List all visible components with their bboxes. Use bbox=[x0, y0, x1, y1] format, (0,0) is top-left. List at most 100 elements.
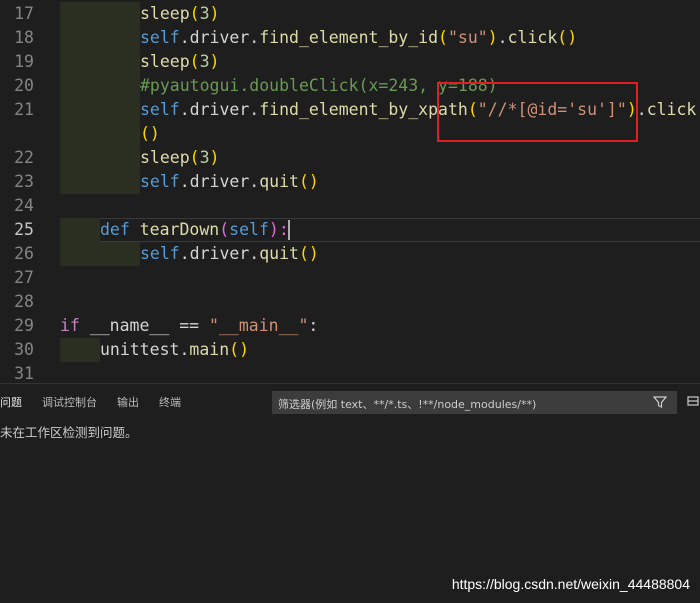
code-line[interactable]: 19 sleep(3) bbox=[0, 50, 700, 74]
code-token: () bbox=[298, 244, 319, 263]
code-token: 3 bbox=[199, 52, 210, 71]
indent-guide bbox=[100, 98, 140, 122]
code-token: sleep bbox=[140, 4, 190, 23]
line-number: 28 bbox=[14, 292, 34, 311]
bottom-panel: 问题 调试控制台 输出 终端 筛选器(例如 text、**/*.ts、!**/n… bbox=[0, 383, 700, 603]
code-line[interactable]: 25 def tearDown(self): bbox=[0, 218, 700, 242]
line-number: 26 bbox=[14, 244, 34, 263]
code-line[interactable]: 22 sleep(3) bbox=[0, 146, 700, 170]
line-code: unittest.main() bbox=[100, 338, 249, 362]
indent-guide bbox=[100, 50, 140, 74]
code-line[interactable]: 27 bbox=[0, 266, 700, 290]
code-token: .driver. bbox=[179, 172, 260, 191]
code-token: self bbox=[229, 220, 269, 239]
code-token: main bbox=[189, 340, 230, 359]
code-token: .driver. bbox=[179, 244, 260, 263]
code-token: quit bbox=[259, 172, 299, 191]
code-token: () bbox=[298, 172, 319, 191]
line-number: 17 bbox=[14, 4, 34, 23]
code-token: ) bbox=[209, 148, 220, 167]
code-token: ): bbox=[268, 220, 289, 239]
line-code: self.driver.quit() bbox=[140, 170, 319, 194]
code-line[interactable]: 17 sleep(3) bbox=[0, 2, 700, 26]
filter-input[interactable]: 筛选器(例如 text、**/*.ts、!**/node_modules/**) bbox=[272, 391, 677, 414]
indent-guide bbox=[100, 242, 140, 266]
code-token: self bbox=[140, 172, 180, 191]
watermark-url: https://blog.csdn.net/weixin_44488804 bbox=[451, 576, 690, 592]
line-code: sleep(3) bbox=[140, 2, 219, 26]
indent-guide bbox=[60, 338, 100, 362]
code-token: find_element_by_id bbox=[259, 28, 439, 47]
code-token: ) bbox=[209, 4, 220, 23]
indent-guide bbox=[60, 242, 100, 266]
code-token: .driver. bbox=[179, 28, 260, 47]
indent-guide bbox=[100, 2, 140, 26]
filter-funnel-icon[interactable] bbox=[653, 395, 667, 409]
indent-guide bbox=[60, 2, 100, 26]
line-number: 27 bbox=[14, 268, 34, 287]
line-number: 30 bbox=[14, 340, 34, 359]
code-line[interactable]: 24 bbox=[0, 194, 700, 218]
code-token: .driver. bbox=[179, 100, 260, 119]
code-token: 3 bbox=[199, 148, 210, 167]
code-token: () bbox=[229, 340, 250, 359]
line-number: 21 bbox=[14, 100, 34, 119]
code-token: "__main__" bbox=[209, 316, 309, 335]
line-code: sleep(3) bbox=[140, 146, 219, 170]
code-token: click bbox=[646, 100, 697, 119]
problems-message: 未在工作区检测到问题。 bbox=[0, 425, 138, 440]
code-token: __name__ bbox=[89, 316, 170, 335]
line-code: self.driver.find_element_by_id("su").cli… bbox=[140, 26, 577, 50]
text-cursor bbox=[288, 220, 290, 240]
code-token: self bbox=[140, 28, 180, 47]
code-token: ( bbox=[438, 28, 448, 47]
line-number: 31 bbox=[14, 364, 34, 383]
code-token: sleep bbox=[140, 148, 190, 167]
code-line[interactable]: 18 self.driver.find_element_by_id("su").c… bbox=[0, 26, 700, 50]
indent-guide bbox=[60, 218, 100, 242]
code-line[interactable]: 31 bbox=[0, 362, 700, 383]
code-line[interactable]: 29 if __name__ == "__main__": bbox=[0, 314, 700, 338]
code-line[interactable]: 28 bbox=[0, 290, 700, 314]
tab-output[interactable]: 输出 bbox=[117, 394, 139, 410]
line-number: 19 bbox=[14, 52, 34, 71]
line-code: self.driver.quit() bbox=[140, 242, 319, 266]
filter-placeholder: 筛选器(例如 text、**/*.ts、!**/node_modules/**) bbox=[278, 398, 537, 411]
code-line[interactable]: 23 self.driver.quit() bbox=[0, 170, 700, 194]
code-token: "su" bbox=[447, 28, 488, 47]
indent-guide bbox=[60, 146, 100, 170]
line-code: sleep(3) bbox=[140, 50, 219, 74]
indent-guide bbox=[60, 170, 100, 194]
code-line[interactable]: 30 unittest.main() bbox=[0, 338, 700, 362]
code-token: def bbox=[100, 220, 140, 239]
code-token: tearDown bbox=[139, 220, 220, 239]
tab-terminal[interactable]: 终端 bbox=[159, 394, 181, 410]
indent-guide bbox=[60, 26, 100, 50]
code-editor[interactable]: 17 sleep(3) 18 self.driver.find_element_by_… bbox=[0, 0, 700, 383]
line-code: if __name__ == "__main__": bbox=[60, 314, 318, 338]
tab-debug-console[interactable]: 调试控制台 bbox=[42, 394, 97, 410]
line-number: 24 bbox=[14, 196, 34, 215]
indent-guide bbox=[60, 50, 100, 74]
code-token: unittest. bbox=[100, 340, 190, 359]
line-number: 22 bbox=[14, 148, 34, 167]
code-token: : bbox=[308, 316, 319, 335]
code-line[interactable]: 26 self.driver.quit() bbox=[0, 242, 700, 266]
code-token: quit bbox=[259, 244, 299, 263]
collapse-panel-icon[interactable] bbox=[686, 394, 700, 408]
code-token: ) bbox=[209, 52, 220, 71]
code-token: () bbox=[140, 124, 160, 143]
indent-guide bbox=[100, 122, 140, 146]
code-token: 3 bbox=[199, 4, 210, 23]
code-token: . bbox=[497, 28, 508, 47]
xpath-highlight-box bbox=[437, 82, 638, 142]
line-code: def tearDown(self): bbox=[100, 218, 289, 242]
line-number: 20 bbox=[14, 76, 34, 95]
line-code: () bbox=[140, 122, 160, 146]
code-token: . bbox=[636, 100, 647, 119]
tab-problems[interactable]: 问题 bbox=[0, 394, 22, 410]
line-number: 29 bbox=[14, 316, 34, 335]
indent-guide bbox=[60, 98, 100, 122]
indent-guide bbox=[100, 74, 140, 98]
code-token: ) bbox=[487, 28, 498, 47]
